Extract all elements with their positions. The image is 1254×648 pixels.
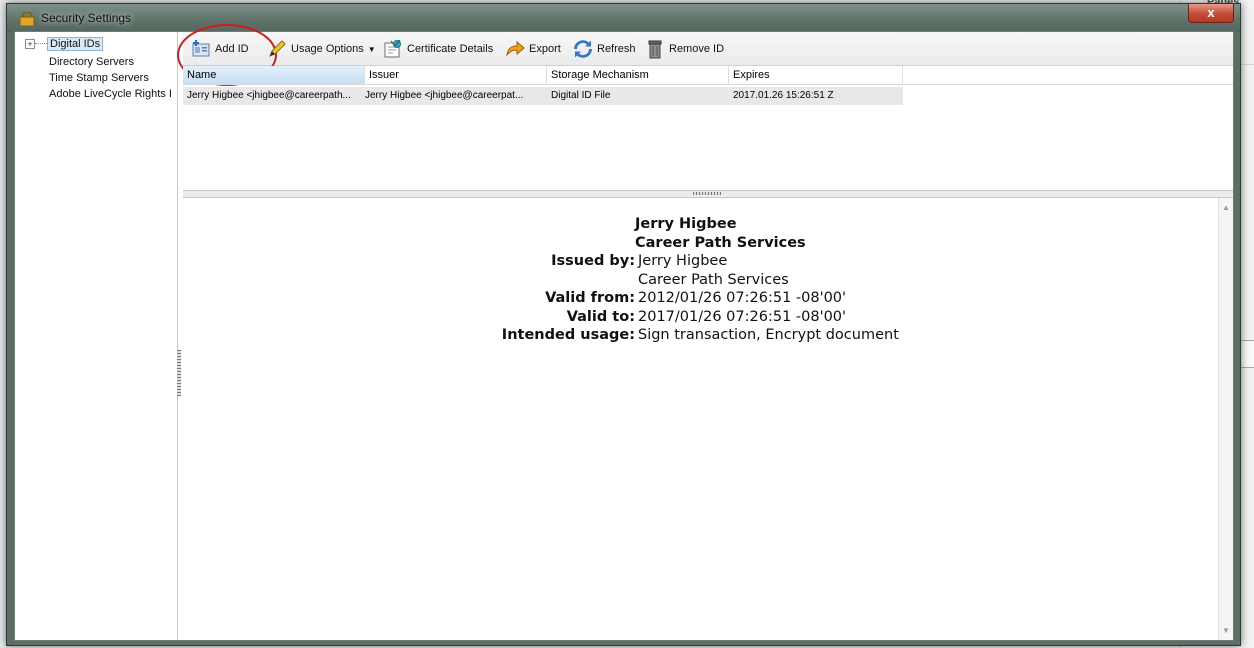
intended-usage-label: Intended usage: <box>501 327 635 343</box>
issued-by-org: Career Path Services <box>638 272 789 288</box>
valid-to-value: 2017/01/26 07:26:51 -08'00' <box>638 309 847 325</box>
window-title: Security Settings <box>41 11 132 25</box>
splitter-grip-icon <box>693 192 721 195</box>
valid-to-label: Valid to: <box>566 309 635 325</box>
lock-icon <box>19 12 35 26</box>
certificate-details-button[interactable]: Certificate Details <box>383 37 493 61</box>
usage-options-button[interactable]: Usage Options ▼ <box>267 37 376 61</box>
certificate-icon <box>384 39 401 58</box>
pencil-icon <box>269 40 286 57</box>
issued-by-name: Jerry Higbee <box>638 253 728 269</box>
export-arrow-icon <box>506 40 525 57</box>
column-header-storage-mechanism[interactable]: Storage Mechanism <box>547 66 729 84</box>
cell-issuer: Jerry Higbee <jhigbee@careerpat... <box>365 90 524 101</box>
toolbar: Add ID Usage Options ▼ Certificate Detai… <box>177 24 1233 86</box>
export-label: Export <box>529 43 561 55</box>
tree-item-livecycle-rights[interactable]: Adobe LiveCycle Rights I <box>49 88 175 100</box>
settings-tree: + Digital IDs Directory Servers Time Sta… <box>15 32 181 640</box>
tree-item-directory-servers[interactable]: Directory Servers <box>49 56 134 68</box>
tree-item-digital-ids[interactable]: Digital IDs <box>47 37 104 51</box>
refresh-icon <box>574 40 592 58</box>
valid-from-label: Valid from: <box>545 290 635 306</box>
cell-name: Jerry Higbee <jhigbee@careerpath... <box>187 90 351 101</box>
close-icon: x <box>1207 5 1215 20</box>
refresh-button[interactable]: Refresh <box>573 37 636 61</box>
certificate-details-pane: Jerry Higbee Career Path Services Issued… <box>183 198 1233 640</box>
tree-branch-line <box>35 43 47 44</box>
tree-item-time-stamp-servers[interactable]: Time Stamp Servers <box>49 72 149 84</box>
close-button[interactable]: x <box>1188 4 1234 23</box>
chevron-down-icon: ▼ <box>367 44 376 54</box>
dialog-client-area: + Digital IDs Directory Servers Time Sta… <box>14 24 1234 641</box>
cell-storage-mechanism: Digital ID File <box>551 90 611 101</box>
usage-options-label: Usage Options <box>291 43 364 55</box>
column-header-expires[interactable]: Expires <box>729 66 903 84</box>
table-row[interactable]: Jerry Higbee <jhigbee@careerpath... Jerr… <box>183 87 903 105</box>
remove-id-label: Remove ID <box>669 43 725 55</box>
column-header-name[interactable]: Name <box>183 66 365 84</box>
detail-name: Jerry Higbee <box>635 216 737 232</box>
export-button[interactable]: Export <box>505 37 561 61</box>
vertical-scrollbar[interactable]: ▲ ▼ <box>1218 198 1233 640</box>
security-settings-window: Security Settings x + Digital IDs Direct… <box>6 3 1241 646</box>
tree-expander-icon[interactable]: + <box>25 39 35 49</box>
pane-splitter[interactable] <box>177 350 181 396</box>
refresh-label: Refresh <box>597 43 636 55</box>
intended-usage-value: Sign transaction, Encrypt document <box>638 327 899 343</box>
valid-from-value: 2012/01/26 07:26:51 -08'00' <box>638 290 847 306</box>
horizontal-splitter[interactable] <box>183 190 1233 198</box>
trash-icon <box>648 40 662 59</box>
issued-by-label: Issued by: <box>551 253 635 269</box>
main-pane: Add ID Usage Options ▼ Certificate Detai… <box>177 24 1233 640</box>
column-header-issuer[interactable]: Issuer <box>365 66 547 84</box>
list-header: Name Issuer Storage Mechanism Expires <box>183 66 1233 85</box>
titlebar: Security Settings x <box>7 4 1240 32</box>
remove-id-button[interactable]: Remove ID <box>645 37 724 61</box>
cell-expires: 2017.01.26 15:26:51 Z <box>733 90 834 101</box>
certificate-details-label: Certificate Details <box>407 43 494 55</box>
scroll-up-icon[interactable]: ▲ <box>1222 203 1230 212</box>
scroll-down-icon[interactable]: ▼ <box>1222 626 1230 635</box>
detail-organization: Career Path Services <box>635 235 806 251</box>
